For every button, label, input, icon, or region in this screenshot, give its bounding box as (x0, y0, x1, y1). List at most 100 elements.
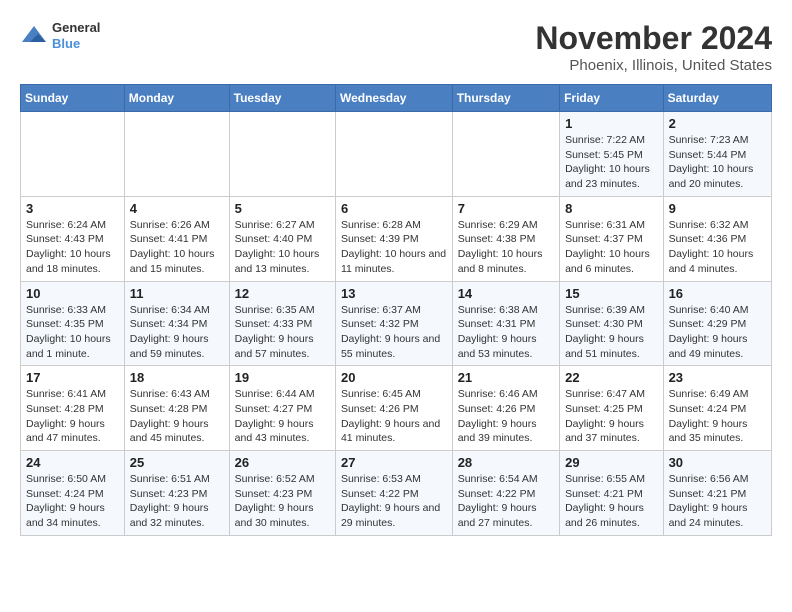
day-number: 2 (669, 116, 766, 131)
day-info: Sunrise: 6:37 AM Sunset: 4:32 PM Dayligh… (341, 303, 447, 362)
day-info: Sunrise: 6:33 AM Sunset: 4:35 PM Dayligh… (26, 303, 119, 362)
day-number: 27 (341, 455, 447, 470)
day-info: Sunrise: 6:55 AM Sunset: 4:21 PM Dayligh… (565, 472, 657, 531)
calendar-cell: 2 Sunrise: 7:23 AM Sunset: 5:44 PM Daylig… (663, 112, 771, 197)
day-info: Sunrise: 6:52 AM Sunset: 4:23 PM Dayligh… (235, 472, 330, 531)
calendar-cell: 18Sunrise: 6:43 AM Sunset: 4:28 PM Dayli… (124, 366, 229, 451)
weekday-header-monday: Monday (124, 85, 229, 112)
calendar-cell: 16 Sunrise: 6:40 AM Sunset: 4:29 PM Dayli… (663, 281, 771, 366)
weekday-header-thursday: Thursday (452, 85, 559, 112)
day-number: 15 (565, 286, 657, 301)
day-number: 9 (669, 201, 766, 216)
calendar-cell: 25 Sunrise: 6:51 AM Sunset: 4:23 PM Dayli… (124, 451, 229, 536)
day-number: 19 (235, 370, 330, 385)
weekday-header-wednesday: Wednesday (335, 85, 452, 112)
weekday-header-sunday: Sunday (21, 85, 125, 112)
calendar-cell: 9 Sunrise: 6:32 AM Sunset: 4:36 PM Daylig… (663, 196, 771, 281)
day-number: 17 (26, 370, 119, 385)
day-info: Sunrise: 6:46 AM Sunset: 4:26 PM Dayligh… (458, 387, 554, 446)
calendar-cell: 23 Sunrise: 6:49 AM Sunset: 4:24 PM Dayli… (663, 366, 771, 451)
calendar-cell: 7 Sunrise: 6:29 AM Sunset: 4:38 PM Daylig… (452, 196, 559, 281)
day-info: Sunrise: 6:47 AM Sunset: 4:25 PM Dayligh… (565, 387, 657, 446)
logo: General Blue (20, 20, 100, 51)
calendar-cell: 27 Sunrise: 6:53 AM Sunset: 4:22 PM Dayli… (335, 451, 452, 536)
calendar-cell: 5 Sunrise: 6:27 AM Sunset: 4:40 PM Daylig… (229, 196, 335, 281)
day-info: Sunrise: 6:27 AM Sunset: 4:40 PM Dayligh… (235, 218, 330, 277)
day-number: 12 (235, 286, 330, 301)
calendar-cell: 11 Sunrise: 6:34 AM Sunset: 4:34 PM Dayli… (124, 281, 229, 366)
day-info: Sunrise: 6:40 AM Sunset: 4:29 PM Dayligh… (669, 303, 766, 362)
day-number: 8 (565, 201, 657, 216)
day-number: 24 (26, 455, 119, 470)
calendar-cell: 15 Sunrise: 6:39 AM Sunset: 4:30 PM Dayli… (560, 281, 663, 366)
day-info: Sunrise: 6:34 AM Sunset: 4:34 PM Dayligh… (130, 303, 224, 362)
day-number: 3 (26, 201, 119, 216)
day-number: 6 (341, 201, 447, 216)
day-info: Sunrise: 6:29 AM Sunset: 4:38 PM Dayligh… (458, 218, 554, 277)
calendar-cell: 20Sunrise: 6:45 AM Sunset: 4:26 PM Dayli… (335, 366, 452, 451)
calendar-cell (21, 112, 125, 197)
calendar-table: SundayMondayTuesdayWednesdayThursdayFrid… (20, 84, 772, 536)
day-info: Sunrise: 6:56 AM Sunset: 4:21 PM Dayligh… (669, 472, 766, 531)
day-number: 30 (669, 455, 766, 470)
day-info: Sunrise: 6:32 AM Sunset: 4:36 PM Dayligh… (669, 218, 766, 277)
logo-line1: General (52, 20, 100, 36)
day-info: Sunrise: 6:39 AM Sunset: 4:30 PM Dayligh… (565, 303, 657, 362)
day-number: 11 (130, 286, 224, 301)
calendar-cell (452, 112, 559, 197)
calendar-cell: 29Sunrise: 6:55 AM Sunset: 4:21 PM Dayli… (560, 451, 663, 536)
calendar-cell: 24Sunrise: 6:50 AM Sunset: 4:24 PM Dayli… (21, 451, 125, 536)
day-info: Sunrise: 7:23 AM Sunset: 5:44 PM Dayligh… (669, 133, 766, 192)
calendar-cell: 14 Sunrise: 6:38 AM Sunset: 4:31 PM Dayli… (452, 281, 559, 366)
day-number: 5 (235, 201, 330, 216)
day-info: Sunrise: 6:44 AM Sunset: 4:27 PM Dayligh… (235, 387, 330, 446)
logo-text: General Blue (52, 20, 100, 51)
day-info: Sunrise: 6:41 AM Sunset: 4:28 PM Dayligh… (26, 387, 119, 446)
calendar-cell: 4 Sunrise: 6:26 AM Sunset: 4:41 PM Daylig… (124, 196, 229, 281)
weekday-header-saturday: Saturday (663, 85, 771, 112)
day-info: Sunrise: 6:51 AM Sunset: 4:23 PM Dayligh… (130, 472, 224, 531)
calendar-cell (229, 112, 335, 197)
day-info: Sunrise: 6:38 AM Sunset: 4:31 PM Dayligh… (458, 303, 554, 362)
logo-icon (20, 22, 48, 50)
day-number: 7 (458, 201, 554, 216)
day-number: 13 (341, 286, 447, 301)
calendar-cell: 1Sunrise: 7:22 AM Sunset: 5:45 PM Daylig… (560, 112, 663, 197)
calendar-cell (124, 112, 229, 197)
day-number: 20 (341, 370, 447, 385)
day-number: 26 (235, 455, 330, 470)
calendar-cell: 30 Sunrise: 6:56 AM Sunset: 4:21 PM Dayli… (663, 451, 771, 536)
header: General Blue November 2024 Phoenix, Illi… (20, 20, 772, 74)
calendar-cell: 12 Sunrise: 6:35 AM Sunset: 4:33 PM Dayli… (229, 281, 335, 366)
day-info: Sunrise: 6:28 AM Sunset: 4:39 PM Dayligh… (341, 218, 447, 277)
calendar-cell: 17 Sunrise: 6:41 AM Sunset: 4:28 PM Dayli… (21, 366, 125, 451)
calendar-cell (335, 112, 452, 197)
day-info: Sunrise: 6:24 AM Sunset: 4:43 PM Dayligh… (26, 218, 119, 277)
location-title: Phoenix, Illinois, United States (535, 57, 772, 74)
day-number: 10 (26, 286, 119, 301)
day-number: 16 (669, 286, 766, 301)
calendar-cell: 22 Sunrise: 6:47 AM Sunset: 4:25 PM Dayli… (560, 366, 663, 451)
weekday-header-friday: Friday (560, 85, 663, 112)
day-number: 14 (458, 286, 554, 301)
day-number: 4 (130, 201, 224, 216)
day-info: Sunrise: 6:26 AM Sunset: 4:41 PM Dayligh… (130, 218, 224, 277)
day-info: Sunrise: 6:53 AM Sunset: 4:22 PM Dayligh… (341, 472, 447, 531)
calendar-cell: 26 Sunrise: 6:52 AM Sunset: 4:23 PM Dayli… (229, 451, 335, 536)
day-info: Sunrise: 6:43 AM Sunset: 4:28 PM Dayligh… (130, 387, 224, 446)
day-info: Sunrise: 7:22 AM Sunset: 5:45 PM Dayligh… (565, 133, 657, 192)
day-number: 21 (458, 370, 554, 385)
calendar-cell: 13 Sunrise: 6:37 AM Sunset: 4:32 PM Dayli… (335, 281, 452, 366)
day-info: Sunrise: 6:49 AM Sunset: 4:24 PM Dayligh… (669, 387, 766, 446)
day-number: 23 (669, 370, 766, 385)
weekday-header-tuesday: Tuesday (229, 85, 335, 112)
day-number: 28 (458, 455, 554, 470)
calendar-cell: 28 Sunrise: 6:54 AM Sunset: 4:22 PM Dayli… (452, 451, 559, 536)
day-info: Sunrise: 6:35 AM Sunset: 4:33 PM Dayligh… (235, 303, 330, 362)
day-number: 25 (130, 455, 224, 470)
day-info: Sunrise: 6:54 AM Sunset: 4:22 PM Dayligh… (458, 472, 554, 531)
month-title: November 2024 (535, 20, 772, 57)
calendar-cell: 6 Sunrise: 6:28 AM Sunset: 4:39 PM Daylig… (335, 196, 452, 281)
calendar-cell: 19 Sunrise: 6:44 AM Sunset: 4:27 PM Dayli… (229, 366, 335, 451)
day-number: 22 (565, 370, 657, 385)
